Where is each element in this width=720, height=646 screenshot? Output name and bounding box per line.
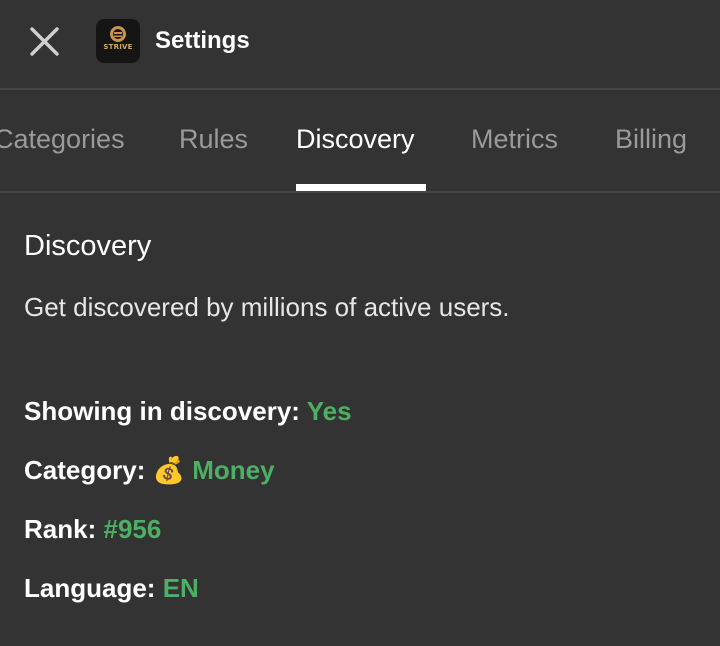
category-row: Category: 💰 Money xyxy=(24,455,275,486)
showing-in-discovery-row: Showing in discovery: Yes xyxy=(24,396,352,427)
close-icon xyxy=(30,27,59,56)
settings-page: STRIVE Settings Categories Rules Discove… xyxy=(0,0,720,646)
category-value: Money xyxy=(192,455,275,485)
tab-billing[interactable]: Billing xyxy=(615,124,687,155)
language-value: EN xyxy=(162,573,199,603)
showing-label: Showing in discovery: xyxy=(24,396,300,426)
tab-rules[interactable]: Rules xyxy=(179,124,248,155)
tab-categories[interactable]: Categories xyxy=(0,124,125,155)
tab-bar: Categories Rules Discovery Metrics Billi… xyxy=(0,90,720,191)
tab-metrics[interactable]: Metrics xyxy=(471,124,558,155)
money-bag-icon: 💰 xyxy=(152,455,185,485)
language-label: Language: xyxy=(24,573,156,603)
tabs-divider xyxy=(0,191,720,193)
page-title: Settings xyxy=(155,27,250,54)
header: STRIVE Settings xyxy=(0,0,720,88)
section-title: Discovery xyxy=(24,230,152,262)
rank-label: Rank: xyxy=(24,514,97,544)
app-logo-text: STRIVE xyxy=(103,43,133,51)
close-button[interactable] xyxy=(24,22,64,62)
showing-value: Yes xyxy=(306,396,352,426)
rank-row: Rank: #956 xyxy=(24,514,161,545)
active-tab-indicator xyxy=(296,184,426,191)
category-label: Category: xyxy=(24,455,146,485)
tab-discovery[interactable]: Discovery xyxy=(296,124,415,155)
rank-value: #956 xyxy=(103,514,162,544)
app-logo: STRIVE xyxy=(96,19,140,63)
section-description: Get discovered by millions of active use… xyxy=(24,292,510,322)
language-row: Language: EN xyxy=(24,573,199,604)
